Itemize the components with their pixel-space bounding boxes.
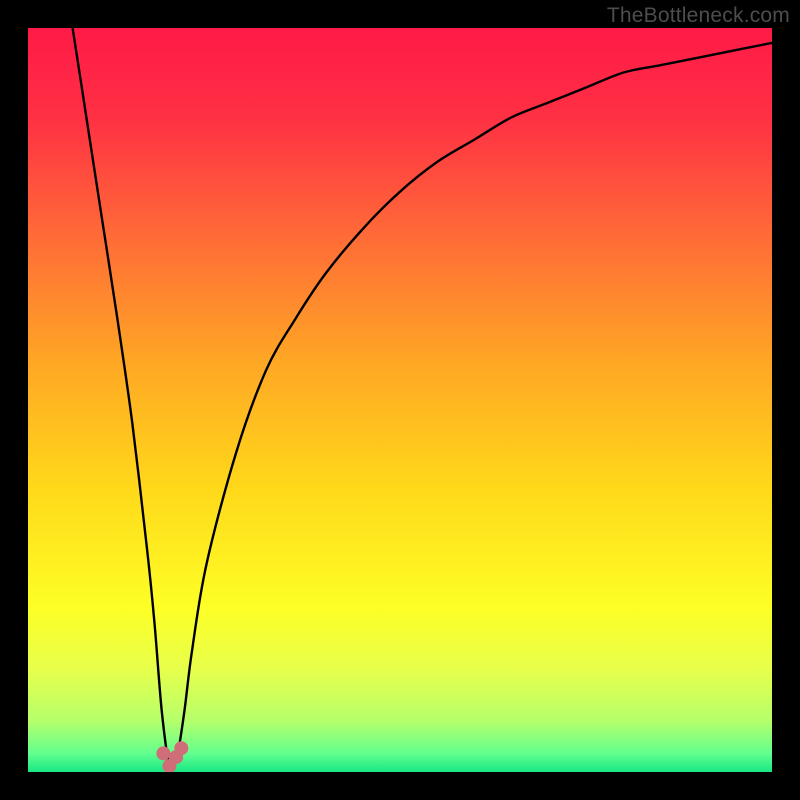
plot-area xyxy=(28,28,772,772)
bottleneck-curve xyxy=(73,28,772,768)
chart-frame: TheBottleneck.com xyxy=(0,0,800,800)
minimum-marker xyxy=(174,741,188,755)
watermark-text: TheBottleneck.com xyxy=(607,4,790,28)
minimum-marker xyxy=(156,746,170,760)
minimum-markers xyxy=(156,741,188,772)
curve-layer xyxy=(28,28,772,772)
